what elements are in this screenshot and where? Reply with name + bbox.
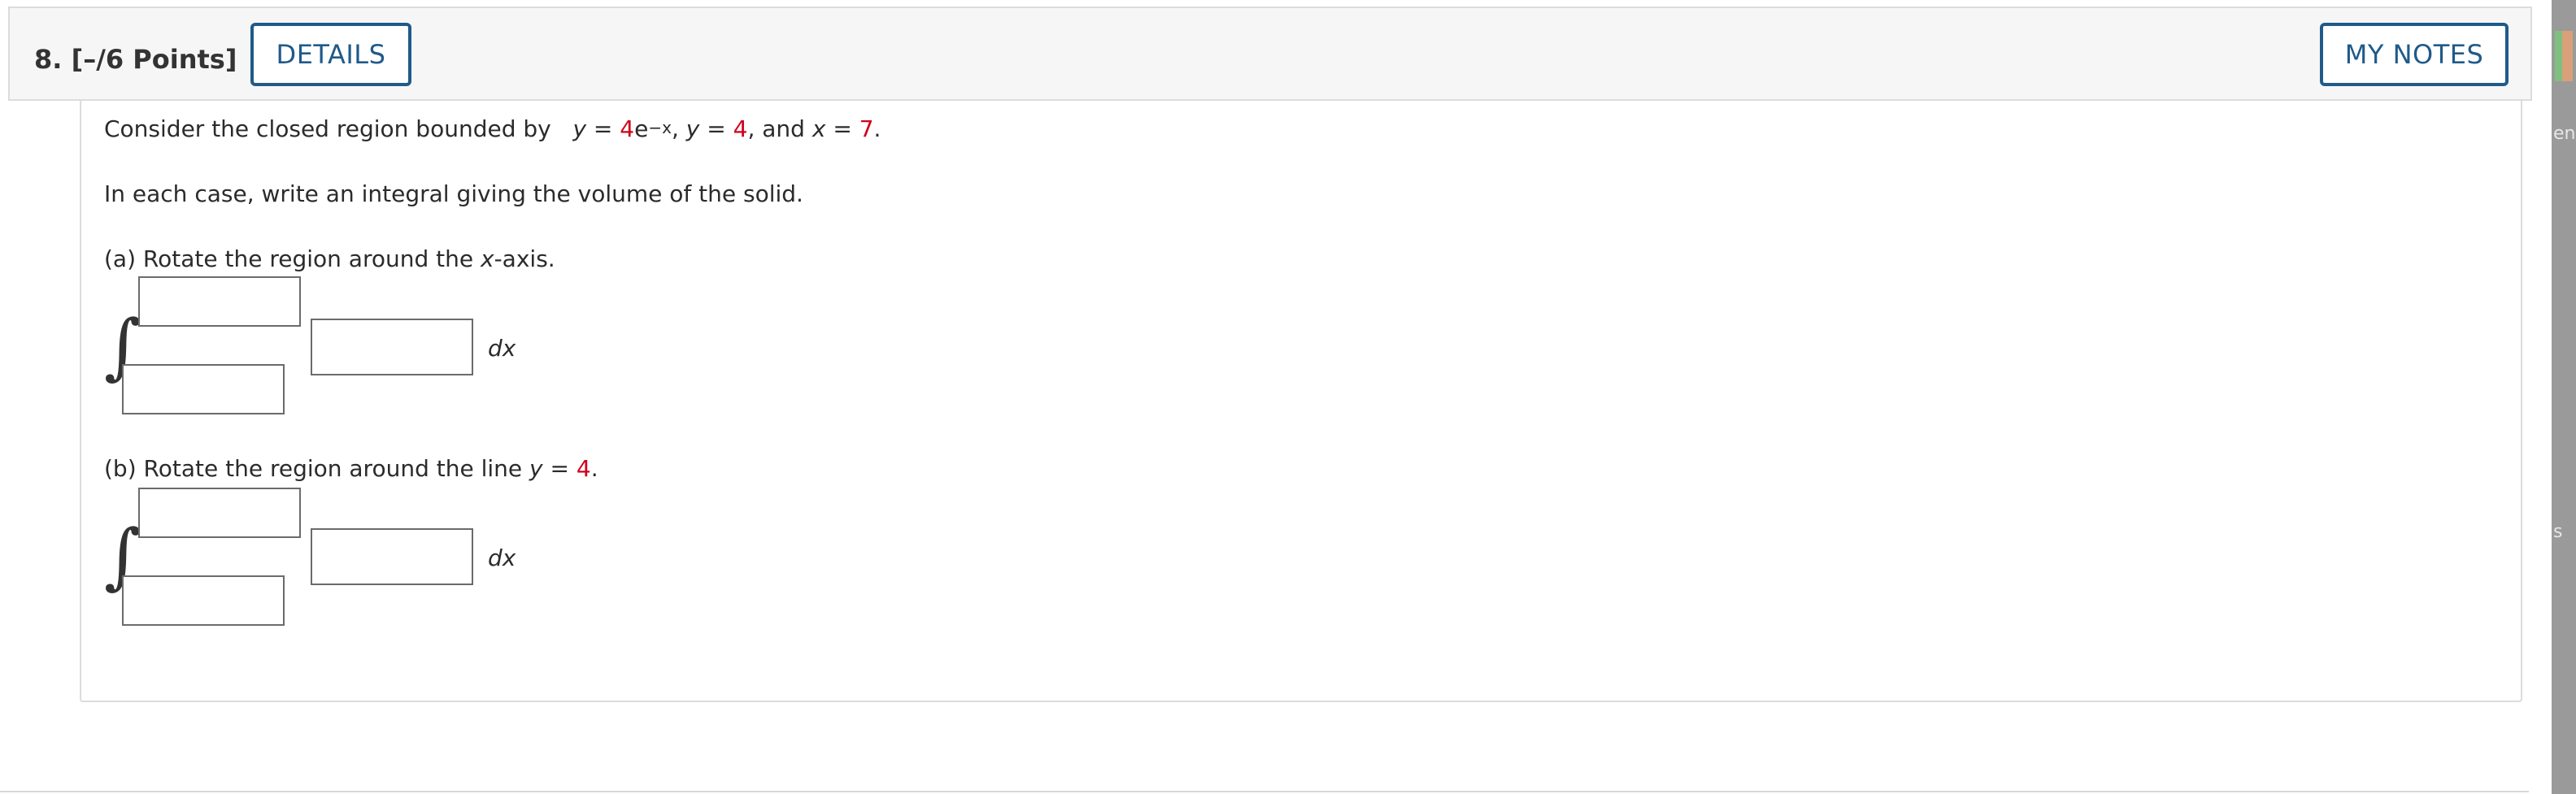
question-title: 8. [–/6 Points] <box>34 44 237 75</box>
var-y: y <box>572 115 587 142</box>
period: . <box>590 455 598 482</box>
part-b-upper-limit-input[interactable] <box>138 488 301 538</box>
given-value: 4 <box>733 115 748 142</box>
part-a-suffix: -axis. <box>494 245 555 272</box>
question-header: 8. [–/6 Points] DETAILS MY NOTES <box>8 7 2532 101</box>
separator: , and <box>747 115 805 142</box>
period: . <box>873 115 881 142</box>
equals-sign: = <box>550 455 569 482</box>
equals-sign: = <box>833 115 852 142</box>
var-x: x <box>812 115 826 142</box>
var-y: y <box>529 455 543 482</box>
part-a-differential: dx <box>488 335 516 362</box>
problem-statement: Consider the closed region bounded by y … <box>104 115 881 142</box>
axis-var: x <box>481 245 494 272</box>
given-value: 4 <box>576 455 591 482</box>
part-a-prefix: (a) Rotate the region around the <box>104 245 474 272</box>
part-b-prefix: (b) Rotate the region around the line <box>104 455 523 482</box>
part-a-integrand-input[interactable] <box>311 319 473 375</box>
part-a-label: (a) Rotate the region around the x-axis. <box>104 245 555 272</box>
thumbnail-icon <box>2555 31 2573 81</box>
part-b-label: (b) Rotate the region around the line y … <box>104 455 598 482</box>
part-a-lower-limit-input[interactable] <box>122 364 285 414</box>
details-button[interactable]: DETAILS <box>250 23 411 86</box>
points-label: [–/6 Points] <box>71 44 237 75</box>
question-number: 8. <box>34 44 63 75</box>
instruction-text: In each case, write an integral giving t… <box>104 180 803 207</box>
side-text: en <box>2553 124 2576 144</box>
section-divider <box>0 791 2529 792</box>
exponent: −x <box>648 118 672 137</box>
adjacent-window-edge <box>2552 0 2576 794</box>
given-value: 7 <box>859 115 874 142</box>
part-a-upper-limit-input[interactable] <box>138 276 301 327</box>
equals-sign: = <box>707 115 726 142</box>
exp-base: e <box>634 115 649 142</box>
given-coefficient: 4 <box>620 115 635 142</box>
side-text: s <box>2553 522 2563 542</box>
equals-sign: = <box>593 115 613 142</box>
part-b-differential: dx <box>488 545 516 571</box>
part-b-lower-limit-input[interactable] <box>122 575 285 626</box>
part-b-integrand-input[interactable] <box>311 528 473 585</box>
my-notes-button[interactable]: MY NOTES <box>2320 23 2509 86</box>
var-y: y <box>685 115 700 142</box>
separator: , <box>671 115 679 142</box>
intro-text: Consider the closed region bounded by <box>104 115 551 142</box>
